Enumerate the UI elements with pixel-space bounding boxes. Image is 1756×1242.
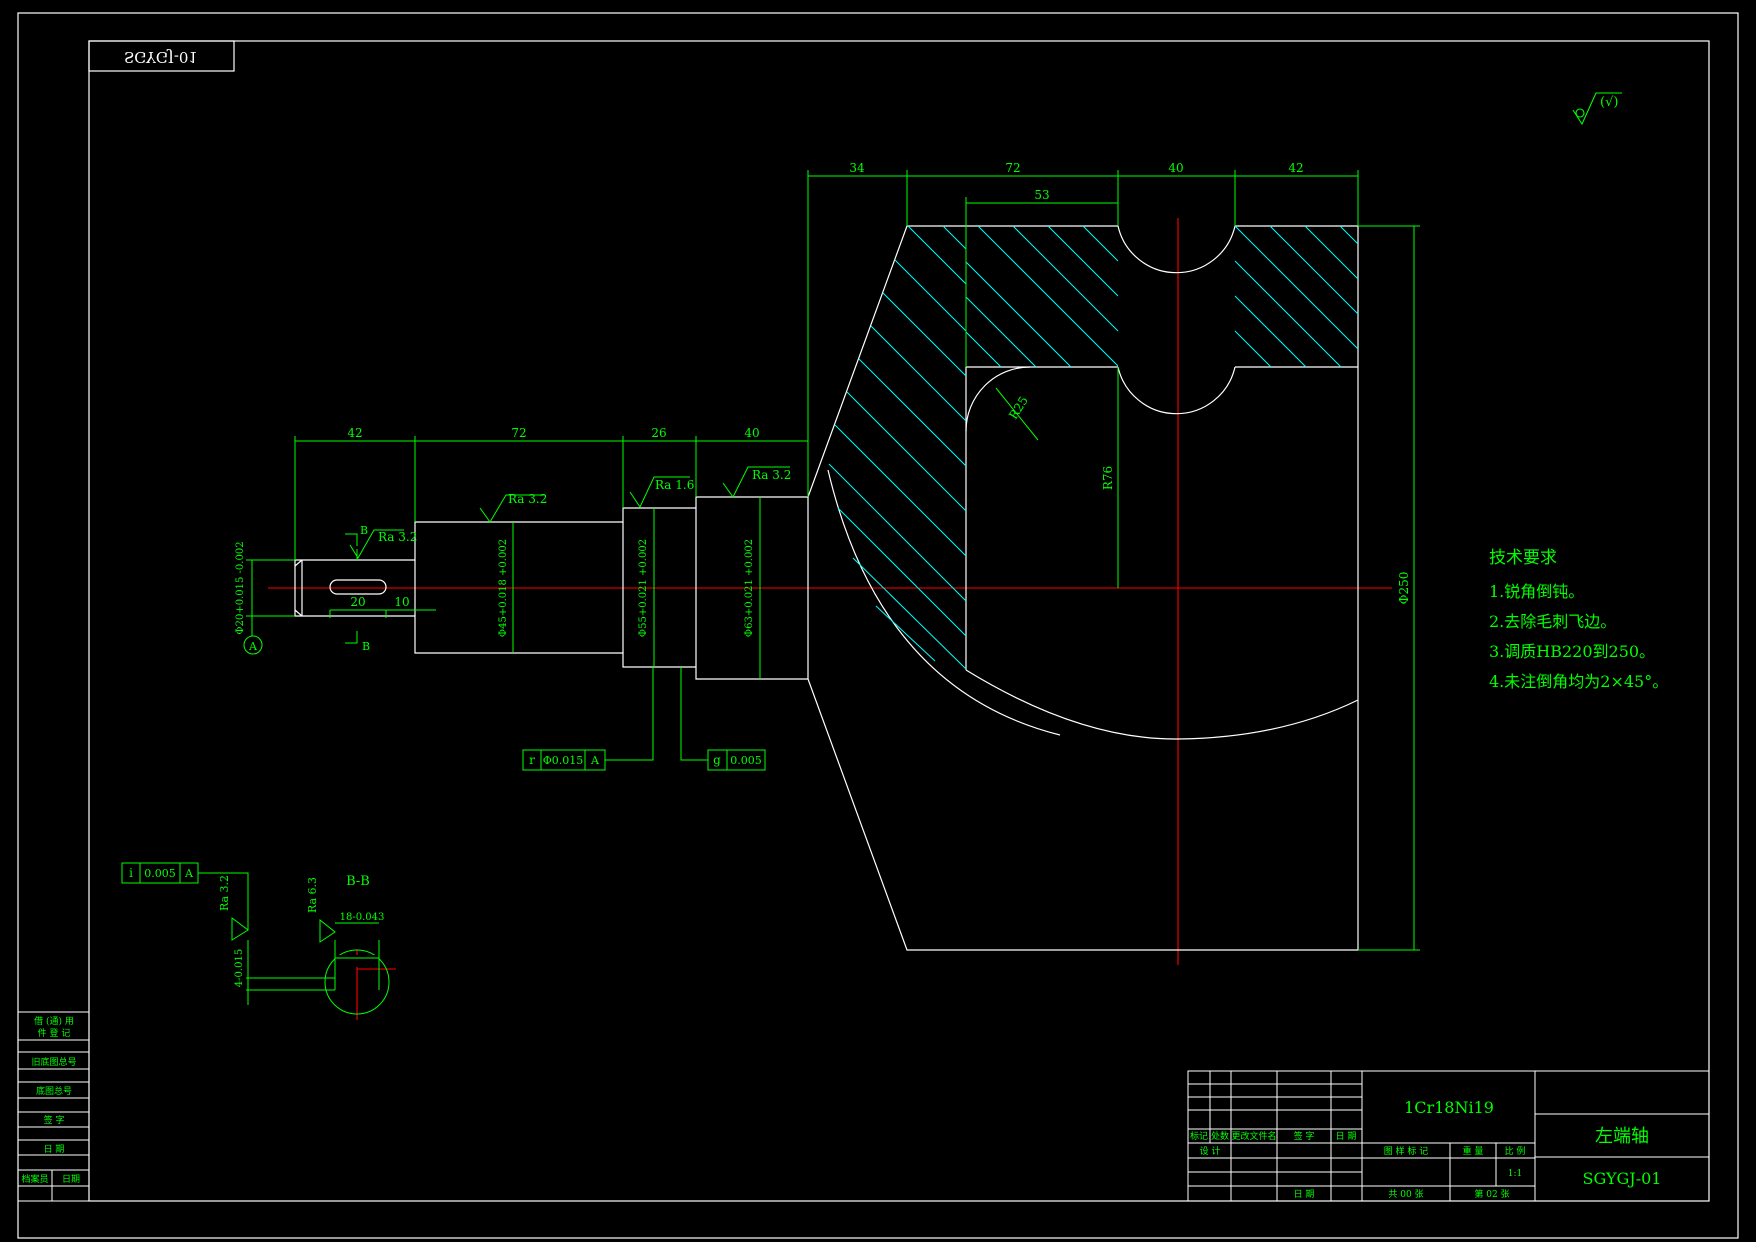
side-label-7: 档案员 — [21, 1173, 48, 1185]
crank-dim-4: 42 — [1288, 161, 1303, 175]
material: 1Cr18Ni19 — [1404, 1098, 1494, 1117]
tech-req-item-4: 4.未注倒角均为2×45°。 — [1489, 672, 1668, 691]
side-label-3: 旧底图总号 — [31, 1056, 76, 1068]
change-label-3: 更改文件名 — [1231, 1130, 1276, 1142]
shaft-dim-4: 40 — [744, 426, 759, 440]
side-label-2: 件 登 记 — [38, 1027, 71, 1039]
fcf-runout-symbol: r — [529, 753, 535, 767]
section-roughness-1: Ra 3.2 — [218, 875, 231, 911]
shaft-dim-2: 72 — [511, 426, 526, 440]
section-width-dim: 18-0.043 — [340, 912, 385, 923]
fcf-symmetry-datum: A — [184, 867, 194, 880]
tech-req-item-2: 2.去除毛刺飞边。 — [1489, 612, 1616, 631]
general-roughness-text: (√) — [1600, 95, 1618, 110]
section-mark-bottom: B — [362, 640, 370, 653]
section-mark-top: B — [360, 524, 368, 537]
total-sheets: 共 00 张 — [1388, 1189, 1423, 1200]
keyway-dim-1: 20 — [350, 595, 365, 609]
crank-dim-2: 72 — [1005, 161, 1020, 175]
change-label-5: 日 期 — [1336, 1131, 1357, 1142]
fcf-symmetry-symbol: i — [129, 866, 133, 880]
date-label: 日 期 — [1294, 1189, 1315, 1200]
keyway-dim-2: 10 — [394, 595, 409, 609]
side-label-5: 签 字 — [44, 1114, 65, 1126]
fcf-cylindricity-value: 0.005 — [730, 754, 762, 767]
fcf-runout-datum: A — [590, 754, 600, 767]
change-label-1: 标记 — [1190, 1130, 1208, 1142]
engineering-drawing: SGYGJ-01 (√) 42 72 26 40 34 72 40 42 53 … — [0, 0, 1756, 1242]
roughness-3: Ra 1.6 — [655, 478, 694, 492]
section-roughness-2: Ra 6.3 — [306, 877, 319, 913]
section-depth-dim: 4-0.015 — [234, 949, 245, 987]
shaft-diameter-3: Φ55+0.021 +0.002 — [638, 539, 649, 637]
weight-label: 重 量 — [1463, 1145, 1484, 1157]
tech-req-item-1: 1.锐角倒钝。 — [1489, 582, 1584, 601]
shaft-diameter-1: Φ20+0.015 -0.002 — [235, 541, 246, 634]
mirrored-code: SGYGJ-01 — [124, 48, 198, 66]
side-label-1: 借 (通) 用 — [34, 1015, 74, 1027]
roughness-4: Ra 3.2 — [752, 468, 791, 482]
fcf-symmetry-value: 0.005 — [144, 867, 176, 880]
crank-dim-3: 40 — [1168, 161, 1183, 175]
tech-req-item-3: 3.调质HB220到250。 — [1489, 642, 1655, 661]
side-label-4: 底图总号 — [36, 1085, 72, 1097]
shaft-dim-1: 42 — [347, 426, 362, 440]
change-label-2: 处数 — [1211, 1130, 1229, 1142]
side-label-6: 日 期 — [44, 1144, 65, 1155]
roughness-1: Ra 3.2 — [378, 530, 417, 544]
crank-radius-large: R76 — [1101, 466, 1115, 490]
side-label-8: 日期 — [62, 1174, 80, 1185]
drawing-number: SGYGJ-01 — [1583, 1169, 1662, 1188]
crank-dim-1: 34 — [849, 161, 865, 175]
stage-label: 图 样 标 记 — [1384, 1145, 1429, 1157]
crank-dim-5: 53 — [1034, 188, 1049, 202]
scale-label: 比 例 — [1505, 1145, 1526, 1157]
datum-a-label: A — [248, 640, 258, 653]
fcf-runout-value: Φ0.015 — [543, 754, 584, 767]
crank-diameter: Φ250 — [1397, 572, 1411, 605]
shaft-dim-3: 26 — [651, 426, 666, 440]
roughness-2: Ra 3.2 — [508, 492, 547, 506]
shaft-diameter-4: Φ63+0.021 +0.002 — [744, 539, 755, 637]
tech-req-title: 技术要求 — [1489, 548, 1557, 568]
sheet-number: 第 02 张 — [1474, 1188, 1509, 1200]
shaft-diameter-2: Φ45+0.018 +0.002 — [498, 539, 509, 637]
design-label: 设 计 — [1200, 1145, 1221, 1157]
change-label-4: 签 字 — [1294, 1130, 1315, 1142]
section-title: B-B — [346, 874, 370, 889]
scale-value: 1:1 — [1508, 1169, 1522, 1179]
part-name: 左端轴 — [1595, 1126, 1649, 1147]
fcf-cylindricity-symbol: g — [713, 753, 721, 767]
